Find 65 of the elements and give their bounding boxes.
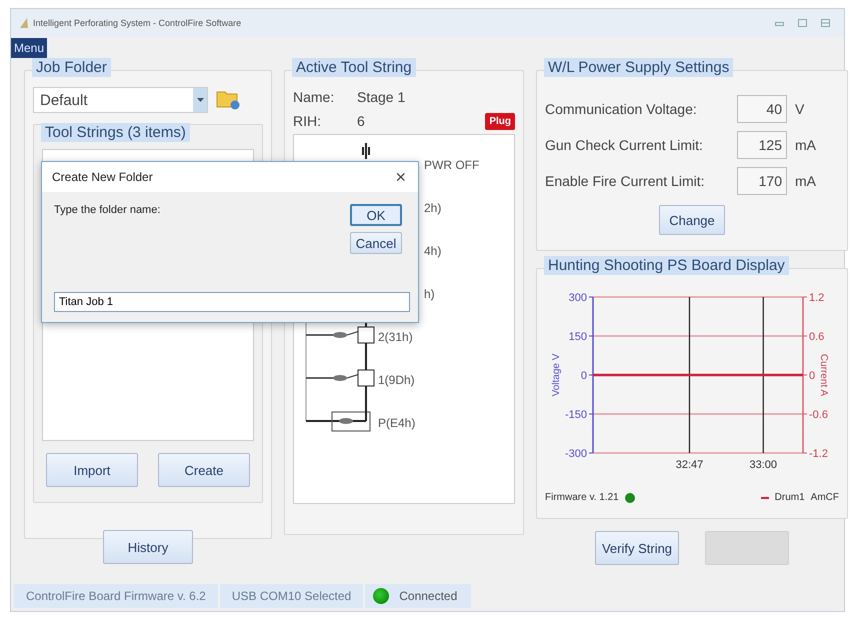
verify-string-button[interactable]: Verify String xyxy=(595,531,679,565)
dropdown-arrow-icon xyxy=(196,98,204,102)
dialog-title: Create New Folder xyxy=(52,170,153,184)
legend-label: Drum1 xyxy=(774,492,805,503)
ok-button[interactable]: OK xyxy=(350,204,402,226)
change-button[interactable]: Change xyxy=(659,205,725,235)
close-button[interactable]: × xyxy=(393,166,408,188)
x-tick-label: 33:00 xyxy=(750,459,778,471)
field-label: Enable Fire Current Limit: xyxy=(545,173,706,189)
group-title: Job Folder xyxy=(32,58,111,77)
y2-axis-title: Current A xyxy=(818,354,829,396)
tool-label: 2(31h) xyxy=(378,330,413,344)
prompt-text: Type the folder name: xyxy=(54,204,162,218)
firmware-version: Firmware v. 1.21 xyxy=(545,492,619,503)
cancel-button[interactable]: Cancel xyxy=(350,232,402,254)
import-button[interactable]: Import xyxy=(46,453,138,487)
y-tick-label: 150 xyxy=(568,331,587,343)
status-text: USB COM10 Selected xyxy=(220,584,364,608)
plug-badge: Plug xyxy=(485,113,515,130)
y2-tick-label: 1.2 xyxy=(809,292,824,304)
tool-label: 1(9Dh) xyxy=(378,372,415,386)
window-title: Intelligent Perforating System - ControlFire Software xyxy=(33,18,242,28)
name-value: Stage 1 xyxy=(357,89,406,105)
value-field[interactable]: 125 xyxy=(737,131,787,159)
group-title: W/L Power Supply Settings xyxy=(544,58,734,77)
minimize-icon[interactable] xyxy=(775,19,784,27)
rih-value: 6 xyxy=(357,113,366,130)
app-logo-icon xyxy=(19,17,29,29)
y2-tick-label: 0 xyxy=(809,370,816,382)
y-tick-label: -150 xyxy=(564,409,587,421)
unit-label: mA xyxy=(795,173,816,189)
unit-label: mA xyxy=(795,137,816,153)
maximize-icon[interactable] xyxy=(798,19,807,27)
y-tick-label: 300 xyxy=(568,292,587,304)
tool-label: 2h) xyxy=(423,200,442,214)
create-button[interactable]: Create xyxy=(158,453,250,487)
tool-label: P(E4h) xyxy=(378,416,416,430)
switch-drawing xyxy=(361,143,371,159)
y2-tick-label: -0.6 xyxy=(809,409,828,421)
unit-label: V xyxy=(795,101,804,117)
restore-icon[interactable] xyxy=(821,19,830,27)
folder-name-field[interactable]: Titan Job 1 xyxy=(54,292,410,312)
rih-label: RIH: xyxy=(293,113,322,130)
legend-label: AmCF xyxy=(810,492,839,503)
y-tick-label: 0 xyxy=(580,370,587,382)
status-text: ControlFire Board Firmware v. 6.2 xyxy=(14,584,218,608)
menu-item[interactable]: Menu xyxy=(11,38,48,58)
tool-label: h) xyxy=(423,286,435,300)
x-tick-label: 32:47 xyxy=(676,459,704,471)
y-axis-title: Voltage V xyxy=(551,354,562,396)
group-title: Hunting Shooting PS Board Display xyxy=(544,256,789,275)
value-field[interactable]: 170 xyxy=(737,167,787,195)
field-label: Communication Voltage: xyxy=(545,101,698,117)
field-label: Gun Check Current Limit: xyxy=(545,137,704,153)
connection-status: Connected xyxy=(399,589,458,603)
group-title: Active Tool String xyxy=(292,58,416,77)
y-tick-label: -300 xyxy=(564,448,587,460)
y2-tick-label: -1.2 xyxy=(809,448,828,460)
history-button[interactable]: History xyxy=(103,530,193,564)
name-label: Name: xyxy=(293,89,336,105)
value-field[interactable]: 40 xyxy=(737,95,787,123)
y2-tick-label: 0.6 xyxy=(809,331,824,343)
group-title: Tool Strings (3 items) xyxy=(41,123,190,142)
tool-label: PWR OFF xyxy=(424,158,480,172)
folder-dropdown[interactable]: Default xyxy=(33,87,208,113)
